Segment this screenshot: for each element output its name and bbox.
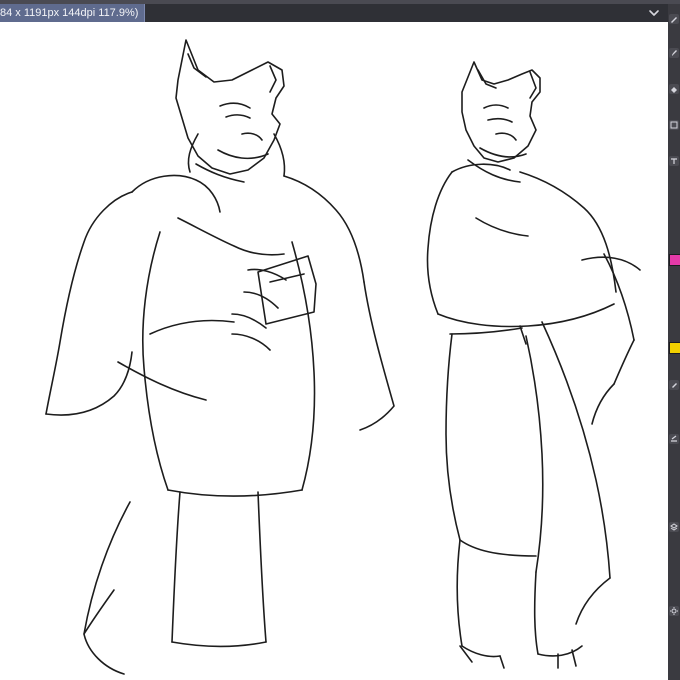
document-tabbar: 84 x 1191px 144dpi 117.9%) (0, 4, 668, 22)
layer-icon[interactable] (669, 522, 679, 532)
brush-icon[interactable] (669, 48, 679, 58)
settings-icon[interactable] (669, 606, 679, 616)
color-swatch-yellow[interactable] (669, 342, 680, 354)
drawing-canvas[interactable] (0, 22, 668, 680)
selection-icon[interactable] (669, 120, 679, 130)
document-tab-title: 84 x 1191px 144dpi 117.9%) (0, 7, 139, 19)
text-icon[interactable] (669, 156, 679, 166)
highlighter-icon[interactable] (669, 434, 679, 444)
color-swatch-pink[interactable] (669, 254, 680, 266)
chevron-down-icon[interactable] (646, 5, 662, 21)
document-tab[interactable]: 84 x 1191px 144dpi 117.9%) (0, 4, 146, 22)
pen-icon[interactable] (669, 14, 679, 24)
right-toolbar (668, 4, 680, 680)
sketch-artwork (0, 22, 668, 680)
eraser-icon[interactable] (669, 84, 679, 94)
color-picker-icon[interactable] (669, 380, 679, 390)
